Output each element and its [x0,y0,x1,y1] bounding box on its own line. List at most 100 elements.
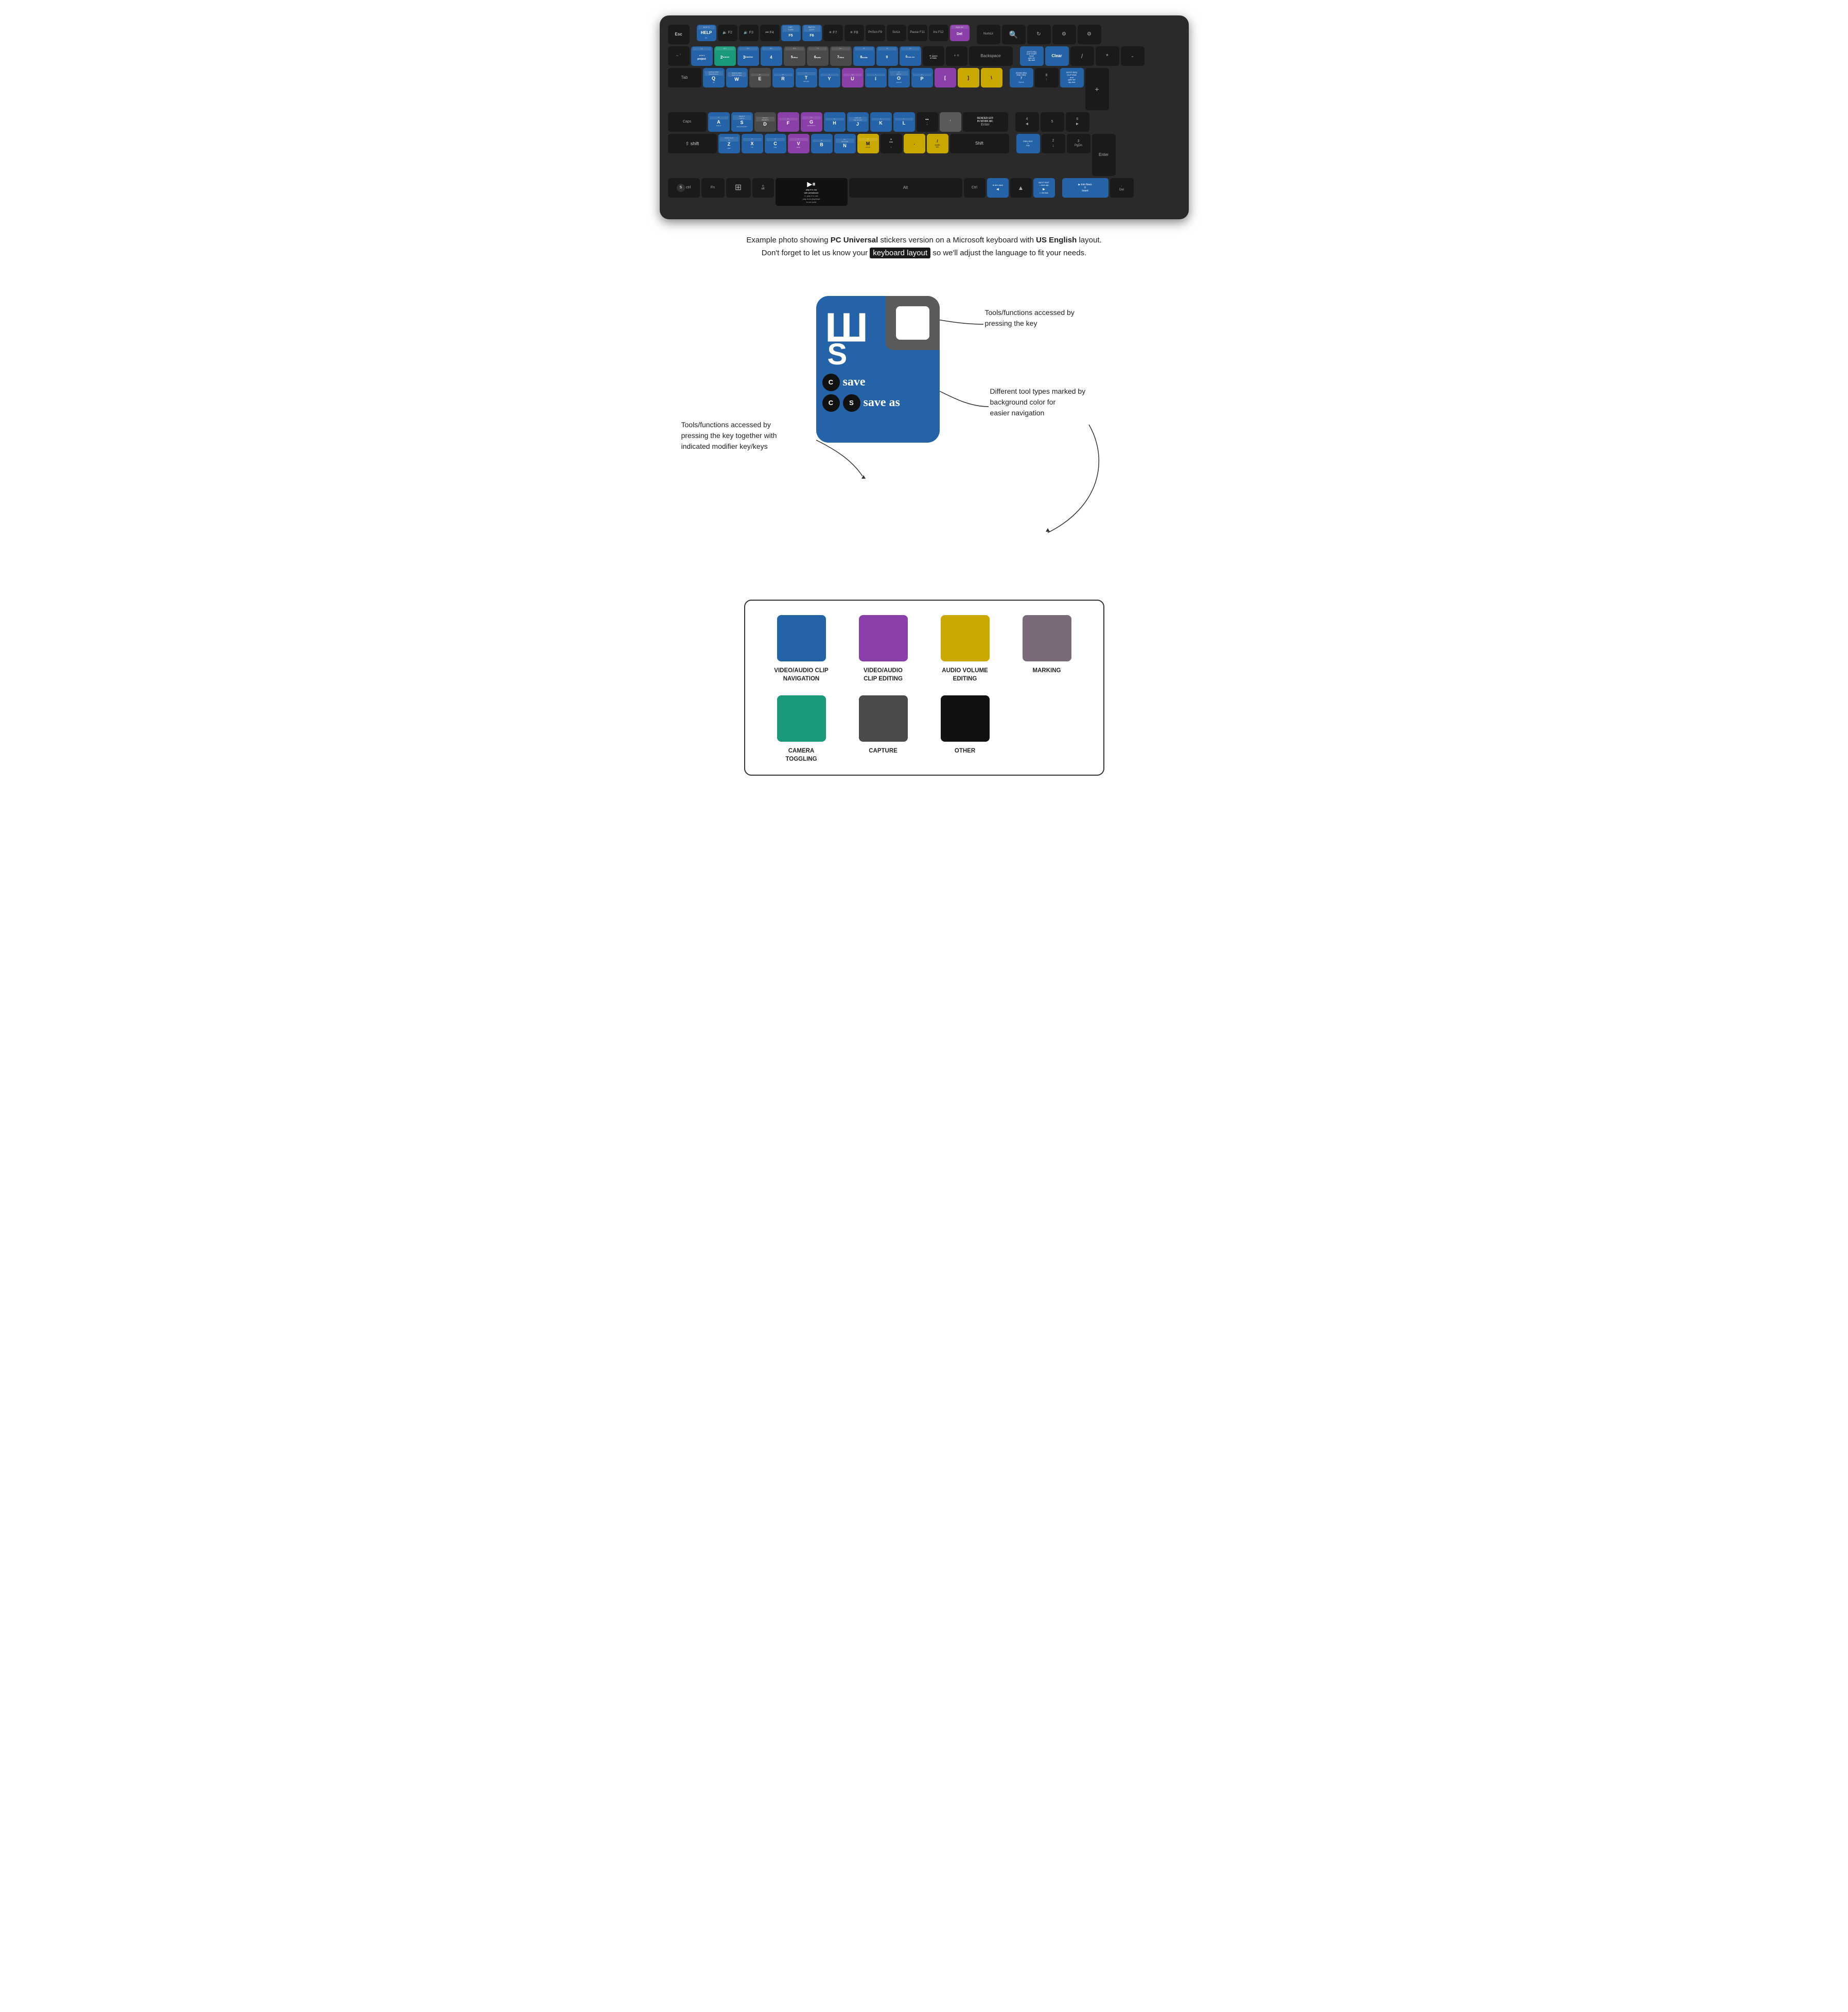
key-arrow-right[interactable]: NEXT EDIT○ next clip ► ▷ trim flow [1033,178,1055,198]
key-8[interactable]: * 8 8media [853,46,875,66]
key-4[interactable]: $ 4 4 [761,46,782,66]
key-tab[interactable]: Tab [668,68,701,88]
key-comma[interactable]: ▼Aim , [881,134,902,153]
desc-highlight[interactable]: keyboard layout [870,248,930,258]
key-num-gear[interactable]: ⚙ [1052,25,1076,44]
key-num6[interactable]: 6 ► [1066,112,1089,132]
key-t[interactable]: T T edit type [796,68,817,88]
key-num-slash[interactable]: / [1070,46,1094,66]
key-i[interactable]: I I [865,68,887,88]
key-0[interactable]: ) 0 0multi-cam [900,46,921,66]
key-f7[interactable]: ✳ F7 [823,25,843,41]
key-num-enter[interactable]: Enter [1092,134,1116,176]
key-win[interactable]: ⊞ [726,178,751,198]
key-caps[interactable]: Caps [668,112,707,132]
key-period[interactable]: . [904,134,925,153]
key-2[interactable]: @ 2 2source [714,46,736,66]
key-quote[interactable]: ' [940,112,961,132]
key-ripple-del[interactable]: ripple del Del [950,25,970,41]
key-w[interactable]: RIPPLE TRIMNEXT W close W [726,68,748,88]
key-n[interactable]: N+next mark N [834,134,856,153]
key-q[interactable]: RIPPLE TRIMPREVIOUS Q Q alt [703,68,725,88]
key-bracket-open[interactable]: [ [935,68,956,88]
key-numlock[interactable]: NumLk [977,25,1000,44]
key-num-rotate[interactable]: ↻ [1027,25,1051,44]
key-s[interactable]: SELECTCLIP S S save promotion [731,112,753,132]
key-tilde[interactable]: ~ ` [668,46,690,66]
key-v[interactable]: V V paste [788,134,809,153]
key-num4[interactable]: 4 ◄ [1015,112,1039,132]
key-f4[interactable]: ⏮ F4 [760,25,780,41]
key-minus[interactable]: _ - ▼ speedof trails [923,46,944,66]
key-9[interactable]: ( 9 9 [876,46,898,66]
key-num-search[interactable]: 🔍 [1002,25,1026,44]
key-num0[interactable]: ▶ trim flows0Insert [1062,178,1108,198]
key-b[interactable]: B B [811,134,833,153]
key-slash[interactable]: / MARKSEL [927,134,948,153]
key-ctrl-r[interactable]: Ctrl [964,178,985,198]
key-l[interactable]: L L [893,112,915,132]
key-k[interactable]: K K [870,112,892,132]
key-enter[interactable]: RENDER EFFIN WORK AR. Enter [963,112,1008,132]
key-clear[interactable]: Clear [1045,46,1069,66]
key-1[interactable]: ! 1 ◄◄ 1 project [691,46,713,66]
key-fn[interactable]: Fn [701,178,725,198]
key-bracket-close[interactable]: ] [958,68,979,88]
key-7[interactable]: & 7 7effect [830,46,852,66]
key-u[interactable]: U U [842,68,864,88]
key-num-minus[interactable]: - [1121,46,1145,66]
key-arrow-left[interactable]: ◄ trim back ◄ [987,178,1009,198]
key-shift-right[interactable]: Shift [950,134,1009,153]
key-num7[interactable]: ZOOM SEQEND SEQ 7 Home [1010,68,1033,88]
key-f2[interactable]: 🔈 F2 [718,25,737,41]
key-p[interactable]: P P [911,68,933,88]
key-3[interactable]: # 3 3timeline [737,46,759,66]
key-num3[interactable]: 3 PgDn [1067,134,1090,153]
key-backslash[interactable]: \ [981,68,1002,88]
key-r[interactable]: R R [772,68,794,88]
key-y[interactable]: Y Y [819,68,840,88]
key-capture[interactable]: CAP-TURE F5 [781,25,801,41]
key-ins[interactable]: Ins F12 [929,25,948,41]
key-c[interactable]: C C copy [765,134,786,153]
key-d[interactable]: MATCHFRAME D D [754,112,776,132]
key-a[interactable]: A A save in [708,112,730,132]
key-shift-left[interactable]: ⇧ shift [668,134,717,153]
key-f8[interactable]: ✳ F8 [844,25,864,41]
key-num2[interactable]: 2 ↓ [1042,134,1065,153]
key-j[interactable]: J add editplay around J [847,112,869,132]
key-f[interactable]: F F [778,112,799,132]
key-h[interactable]: H H [824,112,846,132]
key-help[interactable]: ◄◄ F1 HELP F1 [697,25,716,41]
key-x[interactable]: X X cut [742,134,763,153]
key-scrlk[interactable]: ScrLk [887,25,906,41]
key-ctrl-left[interactable]: S ctrl [668,178,700,198]
key-num-dot[interactable]: . Del [1110,178,1134,198]
key-z[interactable]: MARK CLIPZ Z undo [718,134,740,153]
key-goto-seq[interactable]: GOTO SEQCLIP STARThomegoto selclip start [1020,46,1044,66]
key-num5[interactable]: 5 [1041,112,1064,132]
key-prev-edit[interactable]: PREV EDIT1End [1016,134,1040,153]
key-g[interactable]: G G primes at ul [801,112,822,132]
key-num-star[interactable]: * [1096,46,1119,66]
key-playback[interactable]: ▶⏸ play it to outwith pressitoout ▷ play… [776,178,848,206]
key-num-settings[interactable]: ⚙ [1078,25,1101,44]
key-pause[interactable]: Pause F11 [908,25,927,41]
key-6[interactable]: ^ 6 6audio [807,46,829,66]
key-semicolon[interactable]: ■ ■ ; [917,112,938,132]
key-num-plus[interactable]: + [1085,68,1109,110]
key-f3[interactable]: 🔉 F3 [739,25,759,41]
key-space[interactable]: Alt [849,178,962,198]
key-esc[interactable]: Esc [668,25,690,44]
key-m[interactable]: M M dim dl [857,134,879,153]
key-equals[interactable]: + = [946,46,967,66]
key-batch[interactable]: BATCHCAPT F6 [802,25,822,41]
key-5[interactable]: % 5 5effect [784,46,805,66]
key-backspace[interactable]: Backspace [969,46,1013,66]
key-alt-left[interactable]: @ alt [752,178,774,198]
key-e[interactable]: E E [749,68,771,88]
key-num9[interactable]: GOTO SEQCLIP ENDendgoto selclip end [1060,68,1084,88]
key-num8[interactable]: 8 ↑ [1035,68,1059,88]
key-prtscn[interactable]: PrtScn F9 [866,25,885,41]
key-o[interactable]: Ogoto in O goto stf [888,68,910,88]
